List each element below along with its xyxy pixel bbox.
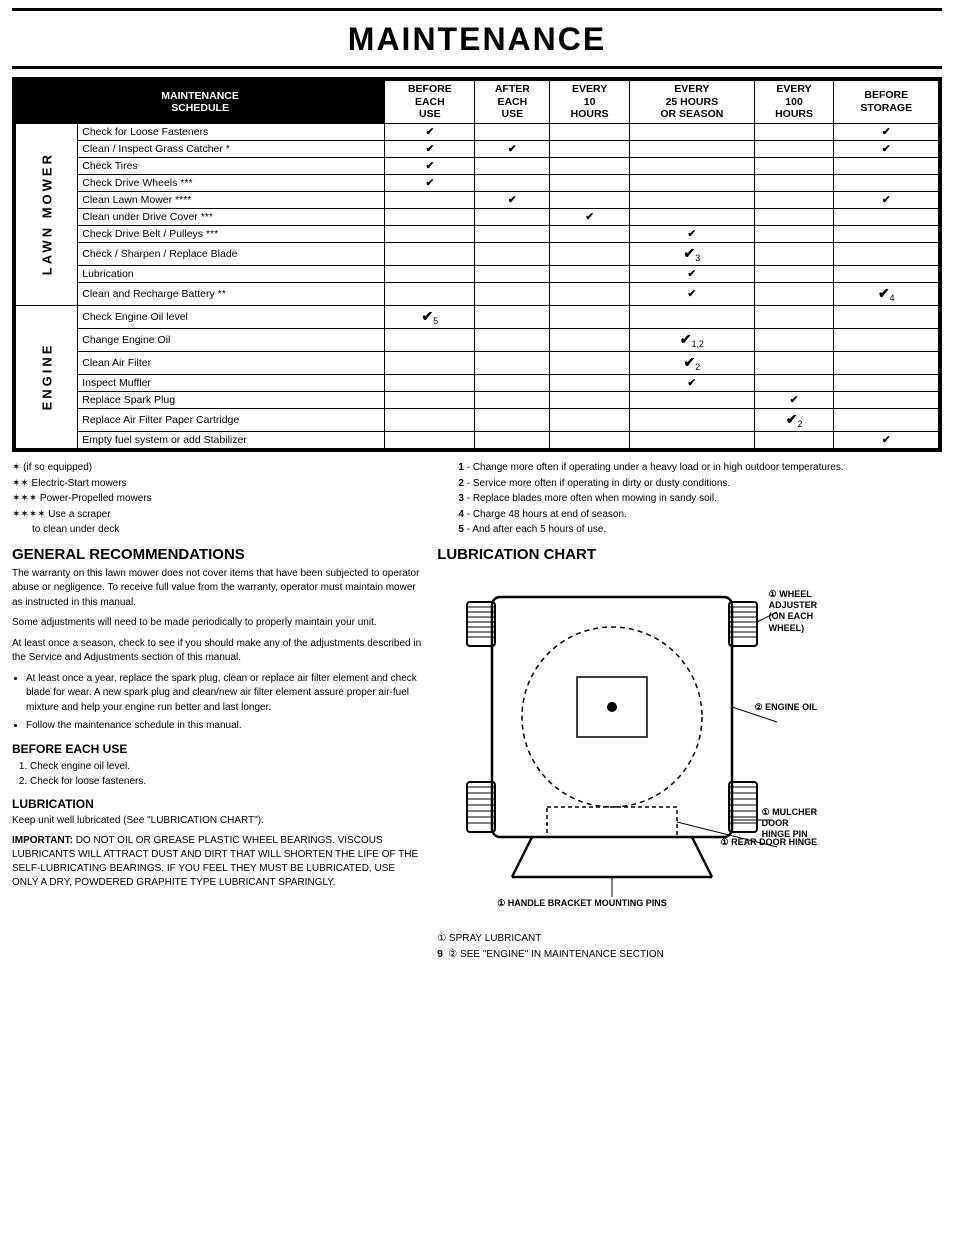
label-mulcher-door: ① MULCHERDOORHINGE PIN <box>762 807 818 841</box>
table-row: Replace Air Filter Paper Cartridge ✔2 <box>16 409 939 432</box>
section-label-lawnmower: LAWN MOWER <box>16 123 78 305</box>
table-row: Change Engine Oil ✔1,2 <box>16 329 939 352</box>
table-row: LAWN MOWER Check for Loose Fasteners ✔ ✔ <box>16 123 939 140</box>
col-every10: EVERY10HOURS <box>550 81 630 124</box>
lub-diagram: ① WHEELADJUSTER(ON EACHWHEEL) ② ENGINE O… <box>437 567 817 927</box>
right-column: LUBRICATION CHART <box>437 546 942 963</box>
table-row: Check / Sharpen / Replace Blade ✔3 <box>16 242 939 265</box>
table-row: Empty fuel system or add Stabilizer ✔ <box>16 432 939 449</box>
table-row: Clean / Inspect Grass Catcher * ✔ ✔ ✔ <box>16 140 939 157</box>
label-rear-door: ① REAR DOOR HINGE <box>721 837 818 848</box>
col-before-each: BEFOREEACHUSE <box>385 81 475 124</box>
general-rec-para2: Some adjustments will need to be made pe… <box>12 616 421 631</box>
lub-bottom-notes: ① SPRAY LUBRICANT 9 ② SEE "ENGINE" IN MA… <box>437 931 942 963</box>
general-rec-para1: The warranty on this lawn mower does not… <box>12 567 421 611</box>
label-handle-bracket: ① HANDLE BRACKET MOUNTING PINS <box>497 898 667 909</box>
item-check-loose-fasteners: Check for Loose Fasteners <box>78 123 385 140</box>
before-each-use-list: Check engine oil level. Check for loose … <box>30 759 421 789</box>
before-each-use-heading: BEFORE EACH USE <box>12 742 421 756</box>
col-every100: EVERY100HOURS <box>754 81 834 124</box>
table-row: Check Tires ✔ <box>16 157 939 174</box>
lubrication-heading: LUBRICATION <box>12 797 421 811</box>
footnotes-left: ✶ (if so equipped) ✶✶ Electric-Start mow… <box>12 460 458 538</box>
lub-note-1: ① SPRAY LUBRICANT <box>437 931 942 947</box>
table-row: Check Drive Belt / Pulleys *** ✔ <box>16 225 939 242</box>
general-rec-bullets: At least once a year, replace the spark … <box>26 672 421 734</box>
col-after-each: AFTEREACHUSE <box>475 81 550 124</box>
footnotes-right: 1 - Change more often if operating under… <box>458 460 942 538</box>
two-col-section: GENERAL RECOMMENDATIONS The warranty on … <box>12 546 942 963</box>
left-column: GENERAL RECOMMENDATIONS The warranty on … <box>12 546 421 963</box>
table-row: Lubrication ✔ <box>16 265 939 282</box>
table-row: Check Drive Wheels *** ✔ <box>16 174 939 191</box>
schedule-heading: MAINTENANCE SCHEDULE <box>16 81 385 124</box>
table-row: ENGINE Check Engine Oil level ✔5 <box>16 305 939 328</box>
label-wheel-adjuster: ① WHEELADJUSTER(ON EACHWHEEL) <box>769 589 818 634</box>
schedule-table-wrapper: MAINTENANCE SCHEDULE BEFOREEACHUSE AFTER… <box>12 77 942 452</box>
table-row: Clean Lawn Mower **** ✔ ✔ <box>16 191 939 208</box>
schedule-table: MAINTENANCE SCHEDULE BEFOREEACHUSE AFTER… <box>15 80 939 449</box>
main-content: MAINTENANCE SCHEDULE BEFOREEACHUSE AFTER… <box>0 77 954 963</box>
label-engine-oil: ② ENGINE OIL <box>755 702 818 713</box>
table-row: Inspect Muffler ✔ <box>16 375 939 392</box>
table-row: Clean under Drive Cover *** ✔ <box>16 208 939 225</box>
lubrication-text: Keep unit well lubricated (See "LUBRICAT… <box>12 814 421 829</box>
general-rec-para3: At least once a season, check to see if … <box>12 637 421 666</box>
footnotes: ✶ (if so equipped) ✶✶ Electric-Start mow… <box>12 460 942 538</box>
lub-svg <box>437 567 817 927</box>
table-row: Replace Spark Plug ✔ <box>16 392 939 409</box>
page-title: MAINTENANCE <box>12 8 942 69</box>
section-label-engine: ENGINE <box>16 305 78 448</box>
table-row: Clean Air Filter ✔2 <box>16 352 939 375</box>
lub-chart-heading: LUBRICATION CHART <box>437 546 942 563</box>
lub-note-2: 9 ② SEE "ENGINE" IN MAINTENANCE SECTION <box>437 947 942 963</box>
col-before-storage: BEFORESTORAGE <box>834 81 939 124</box>
table-row: Clean and Recharge Battery ** ✔ ✔4 <box>16 282 939 305</box>
important-text: IMPORTANT: DO NOT OIL OR GREASE PLASTIC … <box>12 834 421 890</box>
col-every25: EVERY25 HOURSOR SEASON <box>630 81 755 124</box>
general-rec-heading: GENERAL RECOMMENDATIONS <box>12 546 421 563</box>
